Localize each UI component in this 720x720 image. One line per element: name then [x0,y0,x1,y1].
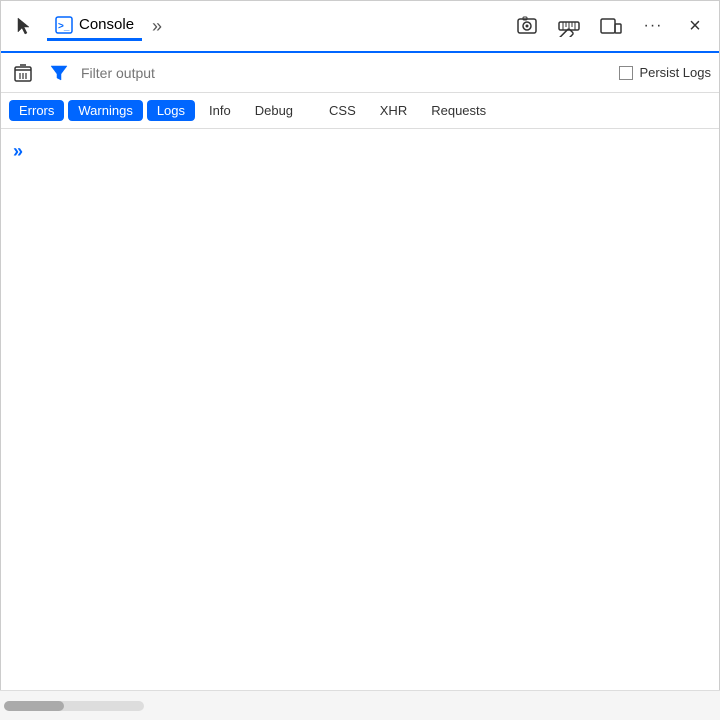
persist-logs-checkbox[interactable] [619,66,633,80]
responsive-button[interactable] [595,10,627,42]
persist-logs-label: Persist Logs [639,65,711,80]
toolbar: >_ Console » [1,1,719,53]
cursor-icon-button[interactable] [9,10,41,42]
close-button[interactable]: × [679,10,711,42]
tab-debug[interactable]: Debug [245,100,303,121]
clear-console-button[interactable] [9,59,37,87]
tab-css[interactable]: CSS [319,100,366,121]
console-tab-label: Console [79,16,134,33]
console-tab-icon: >_ [55,16,73,34]
ruler-button[interactable] [553,10,585,42]
more-tabs-button[interactable]: » [148,12,166,41]
tab-xhr[interactable]: XHR [370,100,417,121]
scrollbar-thumb[interactable] [4,701,64,711]
bottom-scrollbar [0,690,720,720]
filter-tabs-row: Errors Warnings Logs Info Debug CSS XHR … [1,93,719,129]
svg-text:>_: >_ [58,21,70,32]
filter-row: Persist Logs [1,53,719,93]
toolbar-right: ··· × [511,10,711,42]
tab-errors[interactable]: Errors [9,100,64,121]
tab-info[interactable]: Info [199,100,241,121]
tab-requests[interactable]: Requests [421,100,496,121]
tab-logs[interactable]: Logs [147,100,195,121]
console-tab[interactable]: >_ Console [47,12,142,41]
toolbar-left: >_ Console » [9,10,505,42]
tab-warnings[interactable]: Warnings [68,100,142,121]
filter-output-input[interactable] [81,65,611,81]
console-prompt[interactable]: » [13,141,23,161]
more-options-button[interactable]: ··· [637,10,669,42]
filter-icon-button[interactable] [45,59,73,87]
scrollbar-track[interactable] [4,701,144,711]
screenshot-button[interactable] [511,10,543,42]
console-output: » [1,129,719,691]
persist-logs-area: Persist Logs [619,65,711,80]
